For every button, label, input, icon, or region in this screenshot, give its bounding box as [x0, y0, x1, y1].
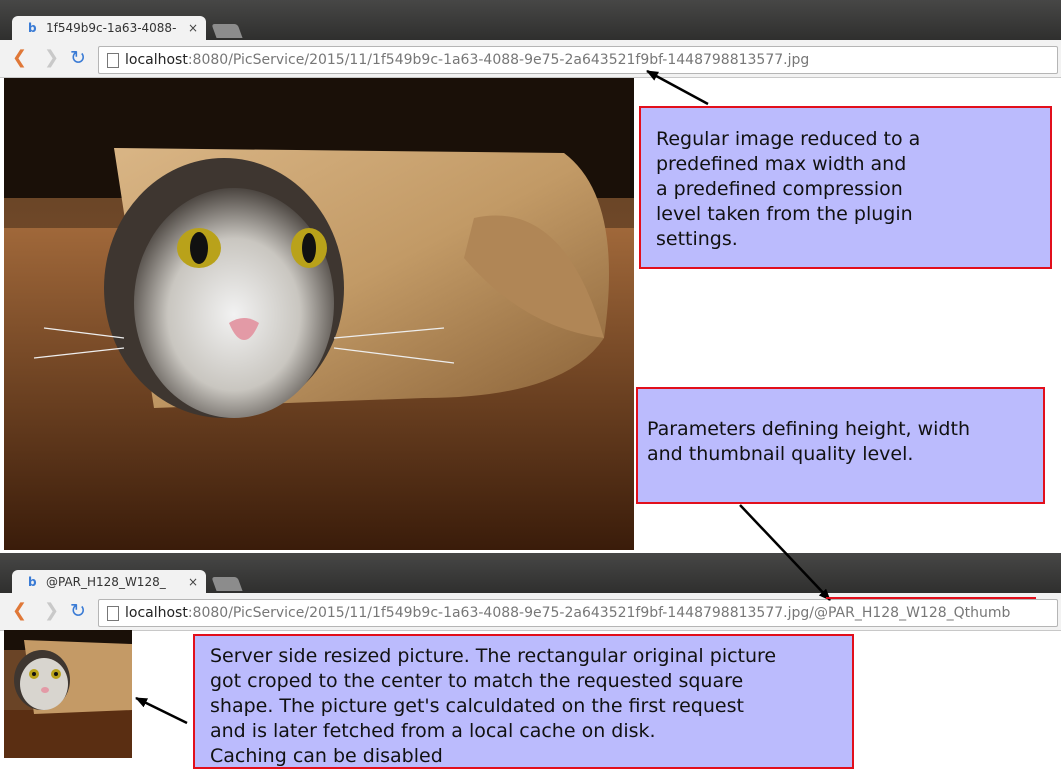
back-icon[interactable]: ❮: [12, 48, 27, 68]
url-path: :8080/PicService/2015/11/1f549b9c-1a63-4…: [187, 605, 1011, 621]
annotation-server-side-text: Server side resized picture. The rectang…: [210, 645, 777, 767]
tab-strip: b 1f549b9c-1a63-4088- ×: [0, 0, 1061, 40]
tab-strip: b @PAR_H128_W128_ ×: [0, 553, 1061, 594]
page-icon: [107, 606, 119, 621]
url-text: localhost:8080/PicService/2015/11/1f549b…: [125, 47, 809, 73]
close-icon[interactable]: ×: [188, 570, 202, 594]
favicon-icon: b: [28, 21, 37, 35]
new-tab-icon[interactable]: [211, 24, 243, 38]
favicon-icon: b: [28, 575, 37, 589]
forward-icon[interactable]: ❯: [44, 48, 59, 68]
tab-title: @PAR_H128_W128_: [46, 575, 166, 589]
cat-photo-thumbnail: [4, 630, 132, 758]
address-bar[interactable]: localhost:8080/PicService/2015/11/1f549b…: [98, 599, 1058, 627]
close-icon[interactable]: ×: [188, 16, 202, 40]
forward-icon[interactable]: ❯: [44, 601, 59, 621]
tab-thumbnail-image[interactable]: b @PAR_H128_W128_ ×: [12, 570, 206, 594]
tab-original-image[interactable]: b 1f549b9c-1a63-4088- ×: [12, 16, 206, 40]
reload-icon[interactable]: ↻: [70, 601, 86, 621]
new-tab-icon[interactable]: [211, 577, 243, 591]
url-host: localhost: [125, 605, 188, 621]
url-host: localhost: [125, 52, 188, 68]
address-bar[interactable]: localhost:8080/PicService/2015/11/1f549b…: [98, 46, 1058, 74]
annotation-parameters: Parameters defining height, width and th…: [636, 387, 1045, 504]
url-path: :8080/PicService/2015/11/1f549b9c-1a63-4…: [187, 52, 810, 68]
url-text: localhost:8080/PicService/2015/11/1f549b…: [125, 600, 1010, 626]
back-icon[interactable]: ❮: [12, 601, 27, 621]
cat-photo-large: [4, 78, 634, 550]
browser-toolbar: ❮ ❯ ↻ localhost:8080/PicService/2015/11/…: [0, 593, 1061, 631]
tab-title: 1f549b9c-1a63-4088-: [46, 21, 177, 35]
annotation-parameters-text: Parameters defining height, width and th…: [647, 418, 970, 465]
page-icon: [107, 53, 119, 68]
annotation-regular-image-text: Regular image reduced to a predefined ma…: [656, 128, 921, 250]
reload-icon[interactable]: ↻: [70, 48, 86, 68]
annotation-server-side: Server side resized picture. The rectang…: [193, 634, 854, 769]
annotation-regular-image: Regular image reduced to a predefined ma…: [639, 106, 1052, 269]
browser-toolbar: ❮ ❯ ↻ localhost:8080/PicService/2015/11/…: [0, 40, 1061, 78]
